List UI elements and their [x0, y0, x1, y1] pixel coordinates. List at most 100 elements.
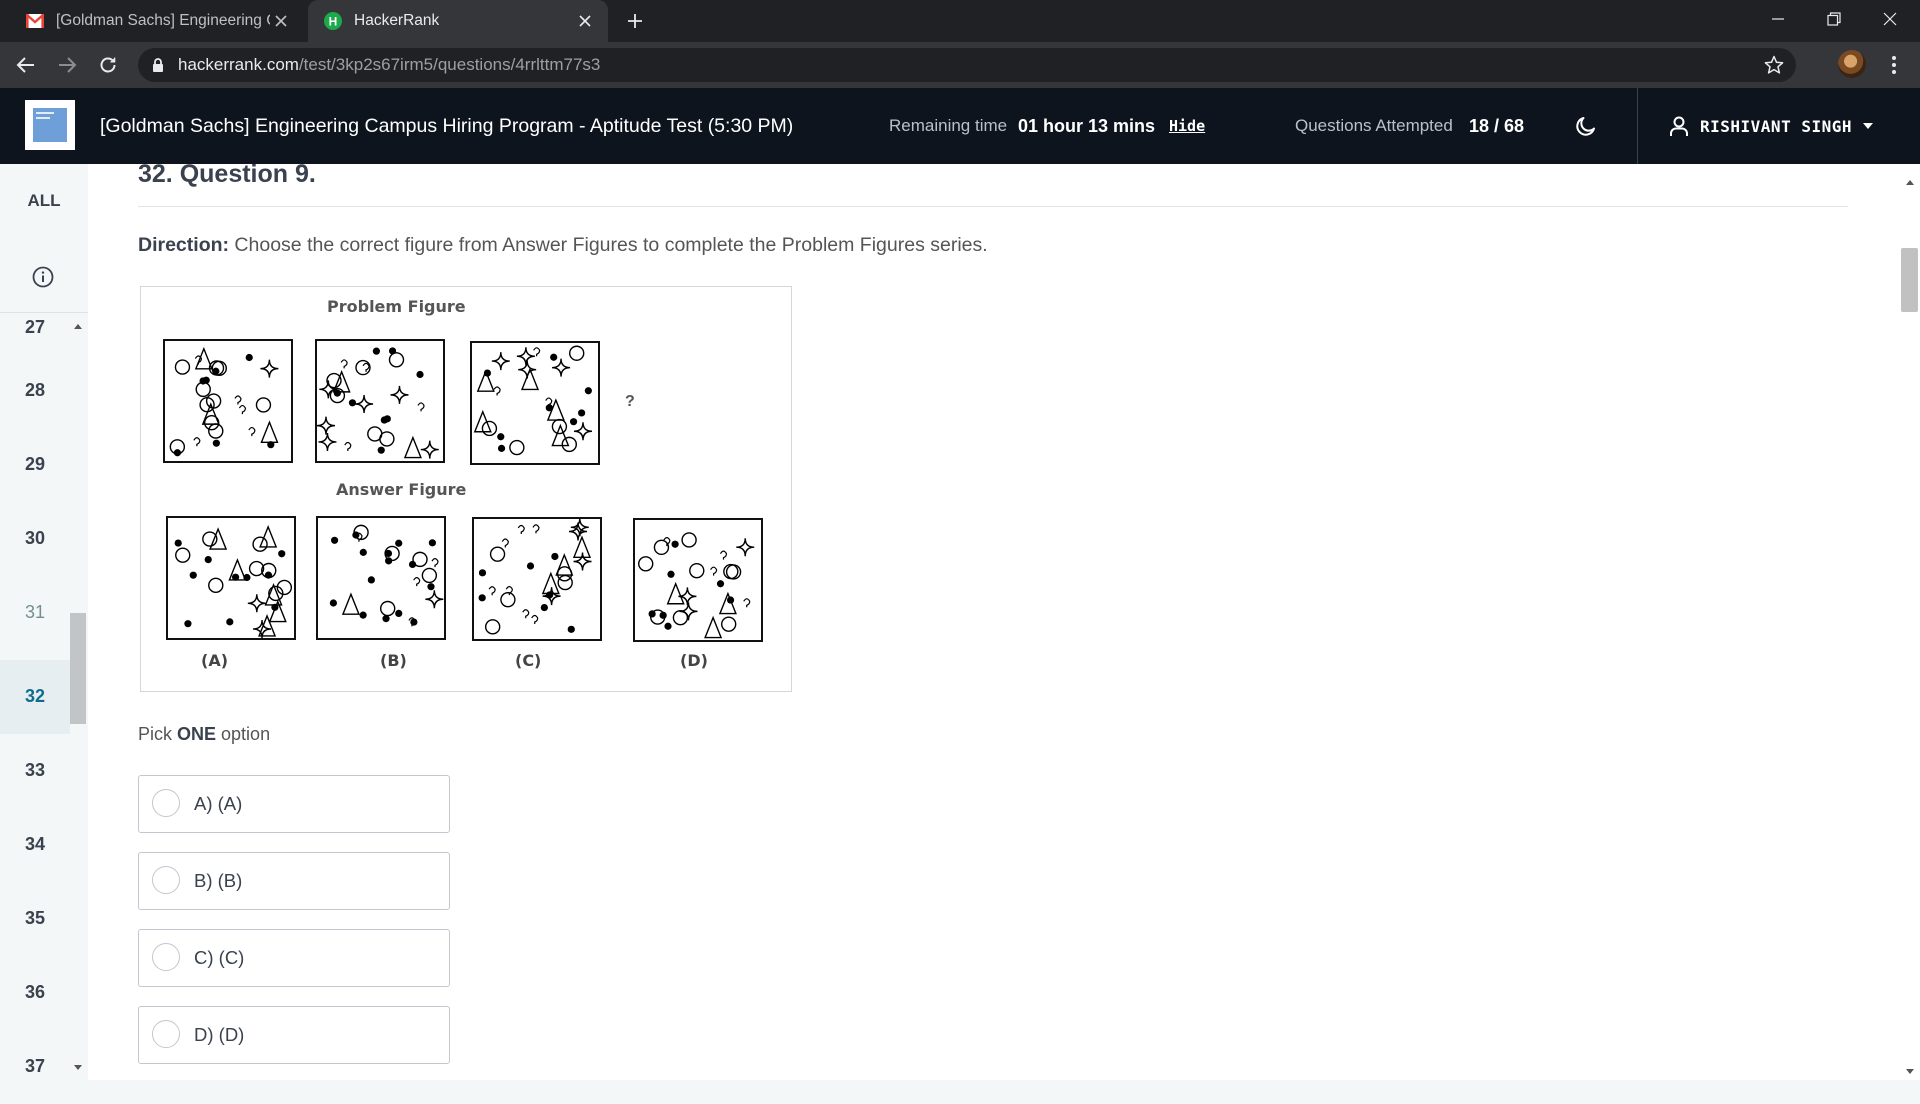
questions-attempted-value: 18 / 68: [1469, 116, 1525, 136]
svg-text:H: H: [329, 15, 338, 29]
address-bar[interactable]: hackerrank.com/test/3kp2s67irm5/question…: [138, 48, 1796, 82]
figure-symbols: [316, 347, 439, 459]
gmail-icon: [26, 12, 44, 30]
tab-title: [Goldman Sachs] Engineering Ca: [56, 12, 270, 29]
answer-option-d[interactable]: D) (D): [138, 1006, 450, 1064]
page-scroll-thumb[interactable]: [1901, 248, 1918, 312]
question-content: 32. Question 9. Direction: Choose the co…: [88, 164, 1900, 1080]
option-label: A) (A): [194, 793, 243, 814]
radio-button[interactable]: [152, 1020, 180, 1048]
answer-option-c[interactable]: C) (C): [138, 929, 450, 987]
caret-down-icon: [1862, 120, 1874, 132]
option-label: C) (C): [194, 947, 245, 968]
navigator-scroll-thumb[interactable]: [70, 613, 86, 724]
answer-figure-panel: [633, 518, 763, 642]
missing-figure-mark: ?: [625, 393, 635, 410]
browser-tab-hackerrank[interactable]: H HackerRank: [308, 0, 608, 42]
answer-figure-panel: [472, 517, 602, 641]
answer-letter-label: (C): [515, 651, 542, 670]
browser-tab-gmail[interactable]: [Goldman Sachs] Engineering Ca: [12, 0, 304, 42]
page-scrollbar[interactable]: [1900, 164, 1920, 1080]
problem-figure-panel: [315, 339, 445, 463]
minimize-window-icon[interactable]: [1750, 0, 1806, 38]
close-window-icon[interactable]: [1862, 0, 1918, 38]
bookmark-star-icon[interactable]: [1764, 55, 1784, 75]
figure-symbols: [478, 518, 592, 635]
user-name: RISHIVANT SINGH: [1700, 116, 1852, 136]
question-nav-item[interactable]: 35: [0, 882, 70, 956]
url-text: hackerrank.com/test/3kp2s67irm5/question…: [178, 55, 601, 74]
lock-icon: [152, 58, 164, 72]
scroll-up-arrow-icon[interactable]: [1905, 172, 1915, 185]
question-direction: Direction: Choose the correct figure fro…: [138, 234, 988, 256]
back-arrow-icon[interactable]: [14, 53, 38, 77]
goldman-sachs-logo: [25, 100, 75, 150]
question-number-list: 27 28 29 30 31 32 33 34 35 36 37: [0, 314, 70, 1104]
question-nav-item[interactable]: 34: [0, 808, 70, 882]
dark-mode-moon-icon[interactable]: [1573, 113, 1599, 139]
hackerrank-h-icon: H: [324, 12, 342, 30]
title-divider: [138, 206, 1848, 207]
answer-figure-panel: [316, 516, 446, 640]
answer-letter-label: (A): [201, 651, 229, 670]
browser-menu-kebab-icon[interactable]: [1884, 53, 1904, 77]
question-nav-item[interactable]: 27: [0, 314, 70, 364]
figure-symbols: [169, 346, 279, 457]
question-nav-item[interactable]: 29: [0, 438, 70, 512]
close-tab-icon[interactable]: [272, 12, 290, 30]
question-nav-item[interactable]: 33: [0, 734, 70, 808]
browser-toolbar: hackerrank.com/test/3kp2s67irm5/question…: [0, 42, 1920, 88]
user-menu[interactable]: RISHIVANT SINGH: [1668, 88, 1874, 164]
option-label: D) (D): [194, 1024, 245, 1045]
question-title: 32. Question 9.: [138, 164, 316, 188]
hide-timer-link[interactable]: Hide: [1169, 88, 1205, 164]
test-header: [Goldman Sachs] Engineering Campus Hirin…: [0, 88, 1920, 164]
figure-symbols: [473, 345, 593, 456]
user-icon: [1668, 115, 1690, 137]
radio-button[interactable]: [152, 789, 180, 817]
navigator-divider: [0, 312, 88, 313]
browser-tab-bar: [Goldman Sachs] Engineering Ca H HackerR…: [0, 0, 1920, 42]
reload-icon[interactable]: [96, 53, 120, 77]
all-questions-button[interactable]: ALL: [0, 164, 88, 238]
problem-figure-panel: [470, 341, 600, 465]
question-figure-image: Problem Figure ? Answer Figure (A) (B) (…: [140, 286, 792, 692]
question-nav-item[interactable]: 31: [0, 586, 70, 660]
figure-symbols: [329, 524, 444, 627]
answer-letter-label: (D): [680, 651, 708, 670]
forward-arrow-icon[interactable]: [55, 53, 79, 77]
question-nav-item[interactable]: 30: [0, 512, 70, 586]
question-navigator: ALL 27 28 29 30 31 32 33 34 35 36 37: [0, 164, 89, 1080]
question-nav-item[interactable]: 28: [0, 364, 70, 438]
scroll-down-arrow-icon[interactable]: [1905, 1062, 1915, 1074]
question-nav-item[interactable]: 37: [0, 1030, 70, 1104]
scroll-down-arrow-icon[interactable]: [73, 1064, 83, 1072]
answer-option-b[interactable]: B) (B): [138, 852, 450, 910]
scroll-up-arrow-icon[interactable]: [73, 322, 83, 330]
browser-profile-avatar[interactable]: [1838, 50, 1866, 78]
figure-symbols: [174, 525, 293, 639]
question-nav-item-current[interactable]: 32: [0, 660, 70, 734]
radio-button[interactable]: [152, 866, 180, 894]
problem-figure-label: Problem Figure: [327, 297, 466, 316]
figure-symbols: [638, 532, 755, 639]
answer-option-a[interactable]: A) (A): [138, 775, 450, 833]
option-label: B) (B): [194, 870, 243, 891]
answer-letter-label: (B): [380, 651, 407, 670]
restore-window-icon[interactable]: [1806, 0, 1862, 38]
new-tab-plus-icon[interactable]: [624, 10, 646, 32]
remaining-time-value: 01 hour 13 mins: [1018, 116, 1156, 136]
close-tab-icon[interactable]: [576, 12, 594, 30]
info-icon[interactable]: [30, 264, 56, 290]
questions-attempted-label: Questions Attempted: [1295, 116, 1453, 135]
problem-figure-panel: [163, 339, 293, 463]
pick-one-instruction: Pick ONE option: [138, 724, 271, 744]
test-title: [Goldman Sachs] Engineering Campus Hirin…: [100, 115, 794, 137]
question-nav-item[interactable]: 36: [0, 956, 70, 1030]
answer-figure-label: Answer Figure: [336, 480, 467, 499]
header-divider: [1637, 88, 1638, 164]
remaining-time-label: Remaining time: [889, 116, 1008, 135]
answer-figure-panel: [166, 516, 296, 640]
tab-title: HackerRank: [354, 12, 440, 29]
radio-button[interactable]: [152, 943, 180, 971]
